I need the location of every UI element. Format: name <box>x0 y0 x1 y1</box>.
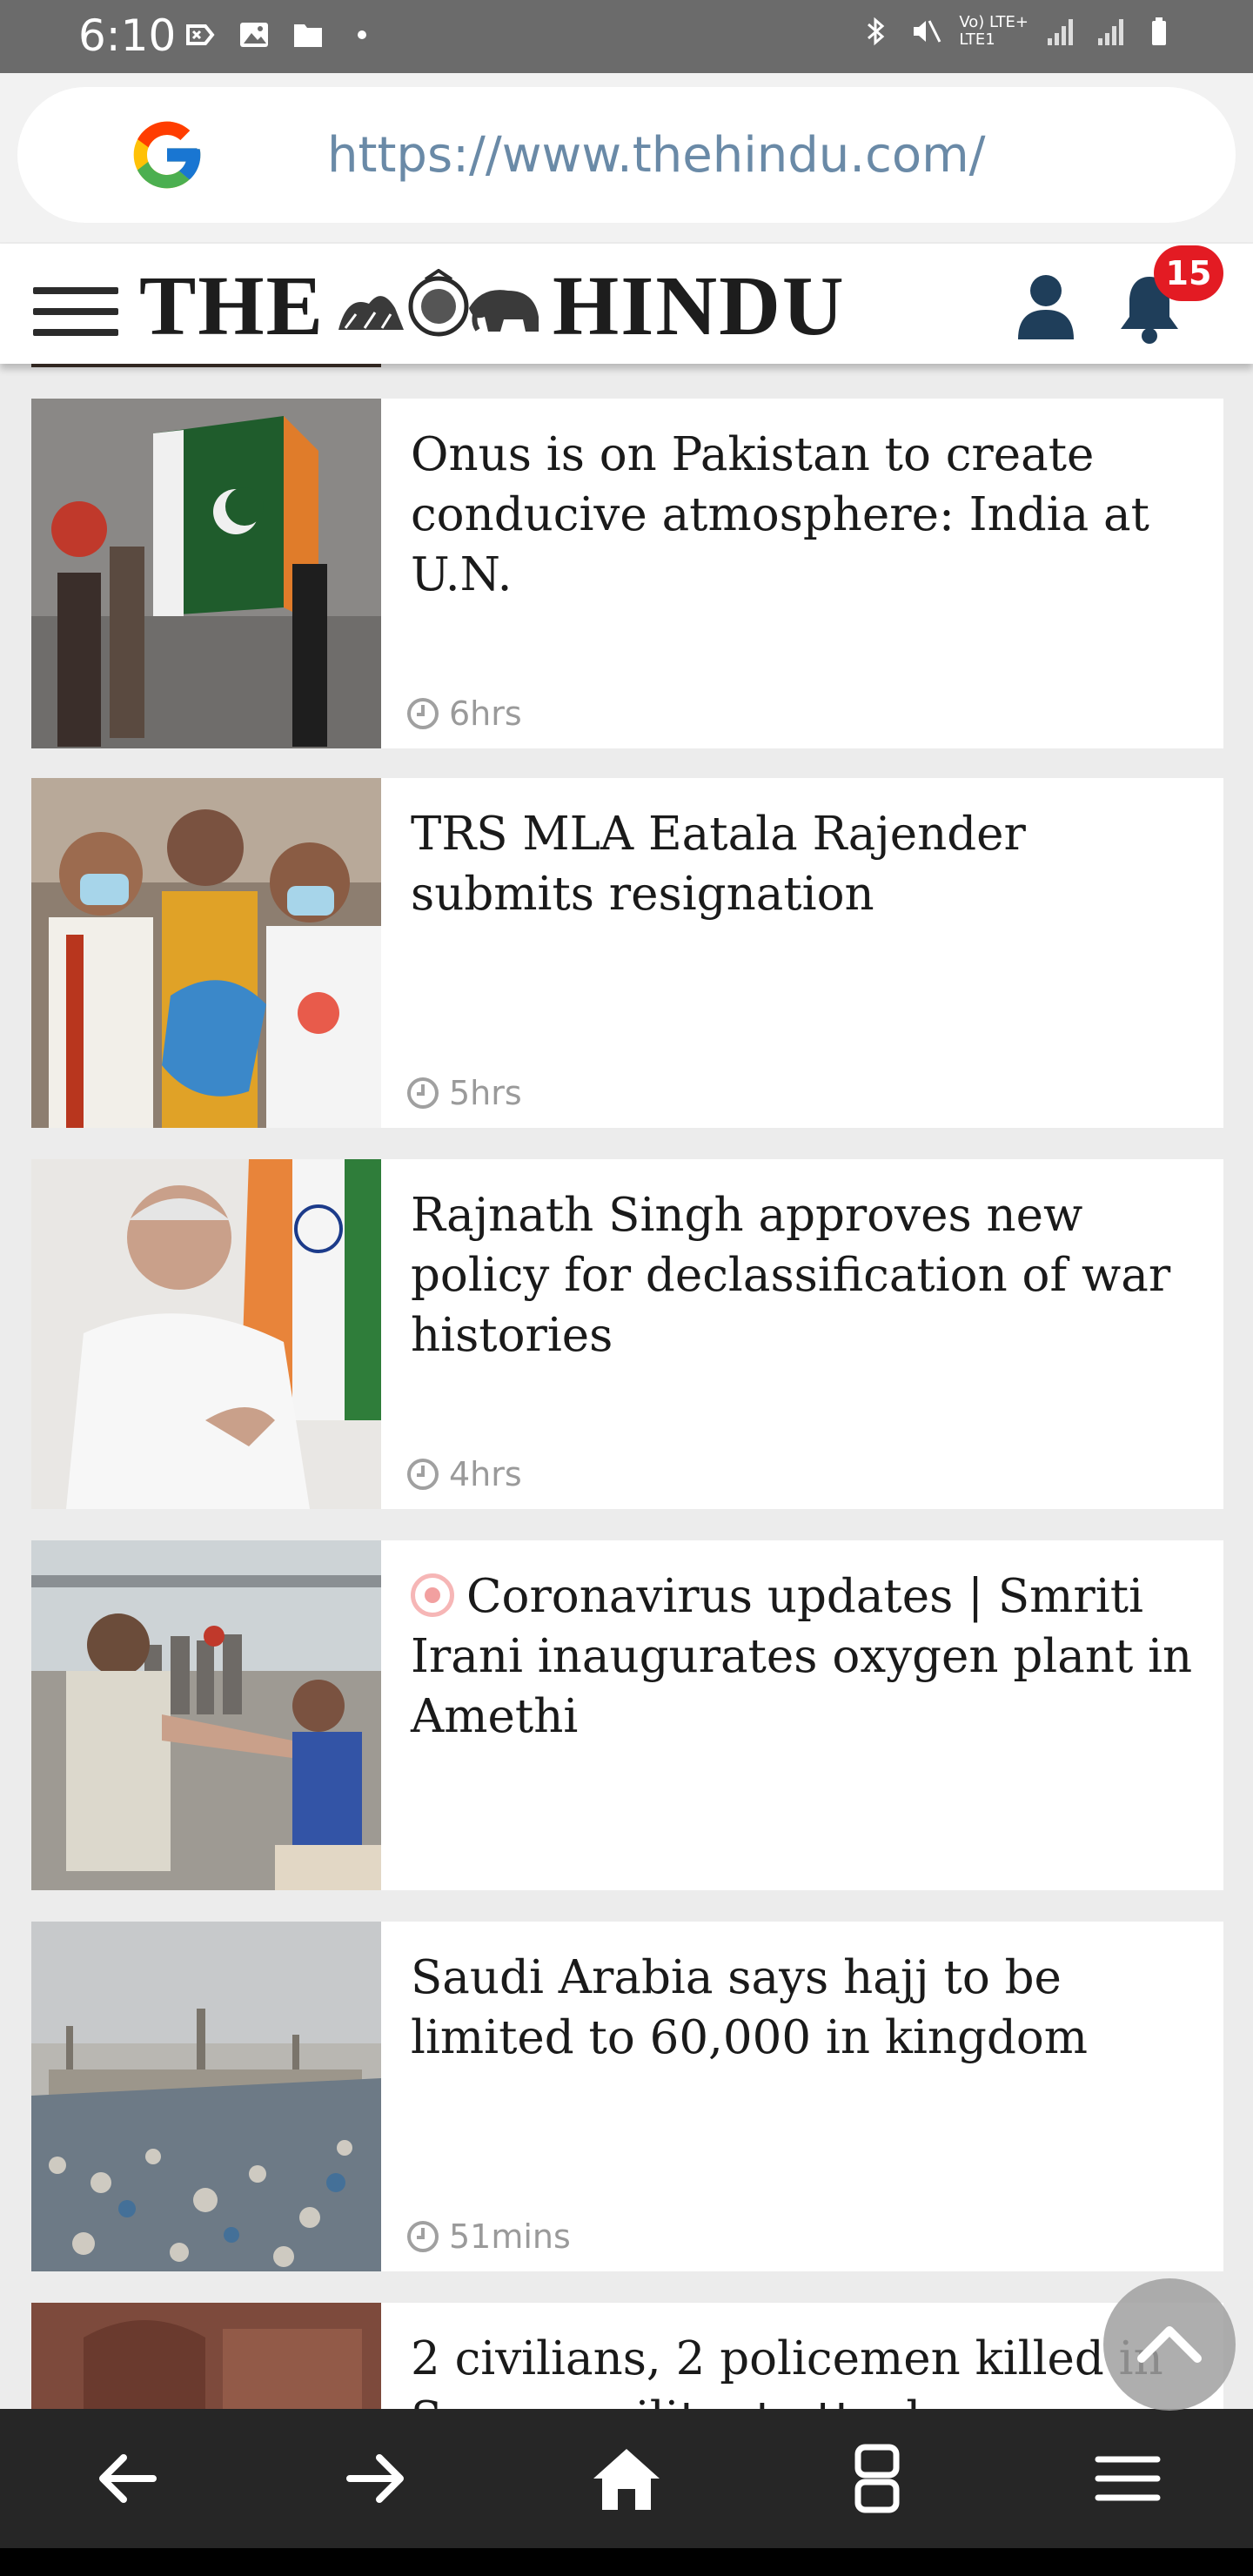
status-right-icons: Vo) LTE+ LTE1 <box>858 14 1180 49</box>
article-time: 5hrs <box>405 1074 522 1112</box>
article-card[interactable]: TRS MLA Eatala Rajender submits resignat… <box>31 778 1223 1128</box>
chevron-up-icon <box>1137 2326 1202 2363</box>
clock-icon <box>407 2221 439 2252</box>
article-thumbnail[interactable] <box>31 1540 381 1890</box>
article-time: 51mins <box>405 2217 571 2256</box>
article-time: 4hrs <box>405 1455 522 1493</box>
video-call-icon <box>186 24 215 45</box>
scroll-to-top-button[interactable] <box>1103 2278 1236 2411</box>
site-header: THE HINDU <box>0 244 1253 364</box>
article-card[interactable]: Coronavirus updates | Smriti Irani inaug… <box>31 1540 1223 1890</box>
notification-count-badge: 15 <box>1154 245 1223 301</box>
mute-icon <box>914 20 941 43</box>
article-headline[interactable]: Rajnath Singh approves new policy for de… <box>411 1185 1211 1365</box>
site-logo[interactable]: THE HINDU <box>139 259 846 353</box>
forward-button[interactable] <box>339 2442 412 2515</box>
signal-icon-2 <box>1098 19 1123 45</box>
system-bottom-strip <box>0 2548 1253 2576</box>
url-bar[interactable]: https://www.thehindu.com/ <box>17 87 1236 223</box>
article-headline[interactable]: Coronavirus updates | Smriti Irani inaug… <box>411 1566 1211 1747</box>
live-indicator-icon <box>411 1573 454 1617</box>
article-thumbnail[interactable] <box>31 1159 381 1509</box>
browser-toolbar: https://www.thehindu.com/ <box>0 73 1253 242</box>
article-headline[interactable]: Saudi Arabia says hajj to be limited to … <box>411 1948 1211 2068</box>
article-thumbnail[interactable] <box>31 2303 381 2409</box>
google-logo-icon <box>133 121 201 189</box>
forward-arrow-icon <box>346 2454 404 2503</box>
browser-bottom-bar <box>0 2409 1253 2548</box>
article-headline[interactable]: Onus is on Pakistan to create conducive … <box>411 425 1211 605</box>
status-left-icons <box>183 17 379 52</box>
back-button[interactable] <box>90 2442 164 2515</box>
logo-text-right: HINDU <box>552 259 846 353</box>
article-card[interactable]: Onus is on Pakistan to create conducive … <box>31 399 1223 748</box>
article-card[interactable]: 2 civilians, 2 policemen killed in Sopor… <box>31 2303 1223 2409</box>
news-feed: Onus is on Pakistan to create conducive … <box>0 364 1253 2409</box>
logo-text-left: THE <box>139 259 325 353</box>
article-headline[interactable]: TRS MLA Eatala Rajender submits resignat… <box>411 804 1211 924</box>
logo-emblem-icon <box>338 269 539 337</box>
status-bar: 6:10 Vo) LTE+ LTE1 <box>0 0 1253 73</box>
article-time: 6hrs <box>405 694 522 733</box>
article-card[interactable]: Saudi Arabia says hajj to be limited to … <box>31 1922 1223 2271</box>
gallery-icon <box>240 23 268 47</box>
tabs-icon <box>854 2444 900 2513</box>
clock-icon <box>407 1077 439 1109</box>
article-thumbnail[interactable] <box>31 399 381 748</box>
article-thumbnail[interactable] <box>31 778 381 1128</box>
article-thumbnail[interactable] <box>31 1922 381 2271</box>
home-button[interactable] <box>590 2442 663 2515</box>
folder-icon <box>294 24 322 47</box>
more-dot-icon <box>358 30 366 39</box>
bluetooth-icon <box>868 17 885 46</box>
status-time: 6:10 <box>78 10 177 61</box>
clock-icon <box>407 698 439 729</box>
url-text: https://www.thehindu.com/ <box>327 127 986 184</box>
clock-icon <box>407 1459 439 1490</box>
menu-icon <box>1095 2456 1161 2501</box>
signal-icon <box>1048 19 1073 45</box>
back-arrow-icon <box>99 2454 157 2503</box>
battery-icon <box>1152 17 1166 45</box>
home-icon <box>593 2449 660 2510</box>
previous-card-edge <box>31 364 381 367</box>
article-headline[interactable]: 2 civilians, 2 policemen killed in Sopor… <box>411 2329 1211 2409</box>
article-card[interactable]: Rajnath Singh approves new policy for de… <box>31 1159 1223 1509</box>
network-type: Vo) LTE+ LTE1 <box>959 13 1029 49</box>
tabs-button[interactable] <box>841 2442 914 2515</box>
user-account-icon[interactable] <box>1016 273 1075 339</box>
menu-button[interactable] <box>1091 2442 1164 2515</box>
hamburger-menu-icon[interactable] <box>33 287 118 339</box>
